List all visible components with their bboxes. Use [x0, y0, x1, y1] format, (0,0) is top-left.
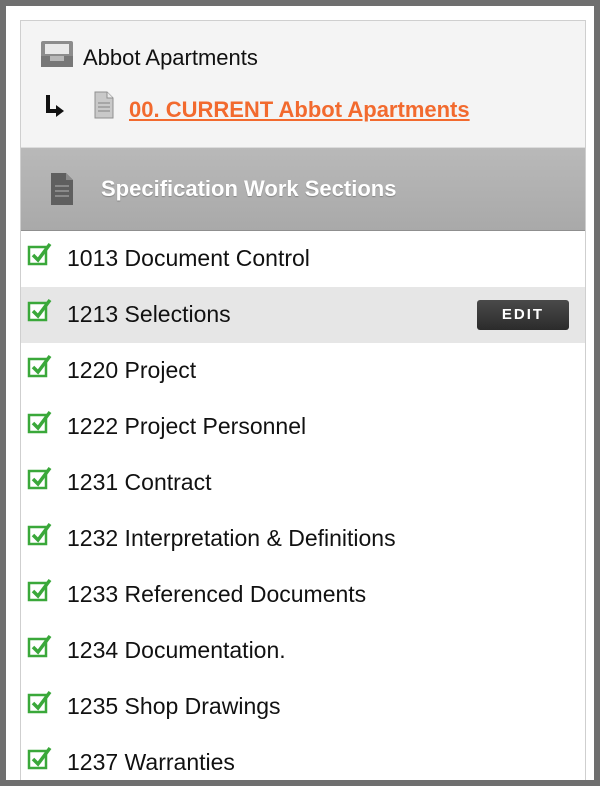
section-label: 1013 Document Control	[67, 245, 310, 271]
list-item[interactable]: 1220 Project	[21, 343, 585, 399]
checkbox-checked-icon[interactable]	[27, 633, 53, 659]
list-item[interactable]: 1232 Interpretation & Definitions	[21, 511, 585, 567]
checkbox-checked-icon[interactable]	[27, 297, 53, 323]
arrow-icon	[46, 95, 64, 117]
document-icon	[94, 91, 114, 119]
section-label: 1235 Shop Drawings	[67, 693, 281, 719]
project-title: Abbot Apartments	[83, 45, 258, 70]
checkbox-checked-icon[interactable]	[27, 689, 53, 715]
section-label: 1222 Project Personnel	[67, 413, 307, 439]
project-header: Abbot Apartments 00. CURRENT Abbot Apart…	[21, 21, 585, 148]
list-item[interactable]: 1213 Selections EDIT	[21, 287, 585, 343]
list-item[interactable]: 1237 Warranties	[21, 735, 585, 780]
checkbox-checked-icon[interactable]	[27, 409, 53, 435]
inbox-icon	[41, 41, 73, 67]
list-item[interactable]: 1233 Referenced Documents	[21, 567, 585, 623]
specification-panel: Abbot Apartments 00. CURRENT Abbot Apart…	[20, 20, 586, 780]
list-item[interactable]: 1235 Shop Drawings	[21, 679, 585, 735]
checkbox-checked-icon[interactable]	[27, 465, 53, 491]
checkbox-checked-icon[interactable]	[27, 577, 53, 603]
list-item[interactable]: 1013 Document Control	[21, 231, 585, 287]
window-frame: Abbot Apartments 00. CURRENT Abbot Apart…	[0, 0, 600, 786]
edit-button[interactable]: EDIT	[477, 300, 569, 330]
section-header: Specification Work Sections	[21, 148, 585, 231]
current-project-link[interactable]: 00. CURRENT Abbot Apartments	[129, 97, 470, 123]
section-label: 1220 Project	[67, 357, 197, 383]
section-list: 1013 Document Control 1213 Selections ED…	[21, 231, 585, 780]
list-item[interactable]: 1222 Project Personnel	[21, 399, 585, 455]
section-label: 1231 Contract	[67, 469, 212, 495]
section-label: 1237 Warranties	[67, 749, 235, 775]
checkbox-checked-icon[interactable]	[27, 353, 53, 379]
list-item[interactable]: 1234 Documentation.	[21, 623, 585, 679]
section-title: Specification Work Sections	[101, 176, 397, 201]
checkbox-checked-icon[interactable]	[27, 241, 53, 267]
section-label: 1233 Referenced Documents	[67, 581, 367, 607]
list-item[interactable]: 1231 Contract	[21, 455, 585, 511]
section-label: 1234 Documentation.	[67, 637, 286, 663]
section-label: 1232 Interpretation & Definitions	[67, 525, 396, 551]
checkbox-checked-icon[interactable]	[27, 745, 53, 771]
document-icon	[51, 173, 73, 205]
checkbox-checked-icon[interactable]	[27, 521, 53, 547]
section-label: 1213 Selections	[67, 301, 231, 327]
